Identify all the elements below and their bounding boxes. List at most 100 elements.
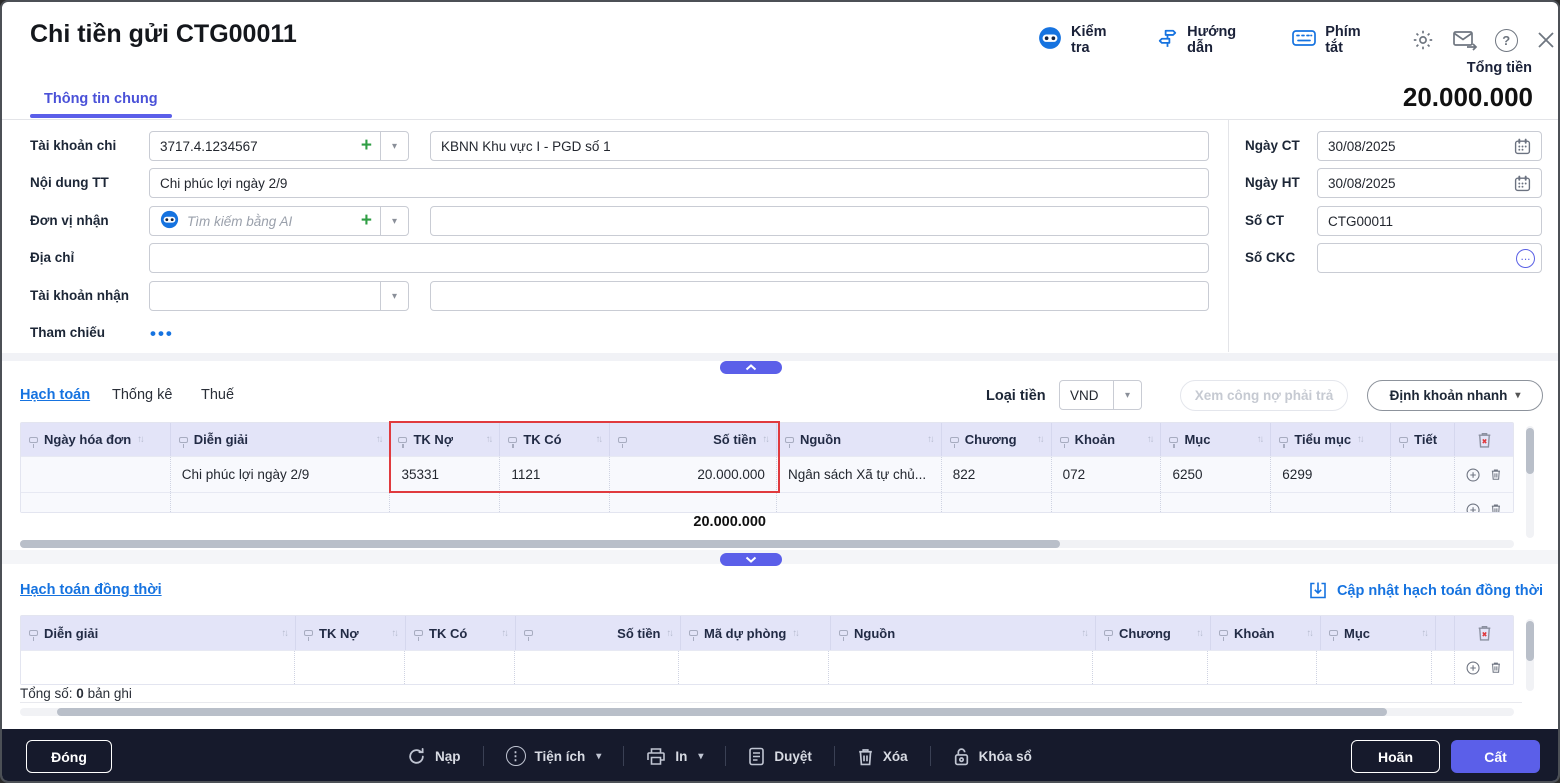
pin-icon[interactable] — [398, 436, 408, 448]
pin-icon[interactable] — [524, 630, 533, 641]
pin-icon[interactable] — [949, 436, 959, 448]
pin-icon[interactable] — [1219, 630, 1228, 641]
cell-dien-giai[interactable]: Chi phúc lợi ngày 2/9 — [171, 457, 391, 492]
pin-icon[interactable] — [839, 630, 848, 641]
cell-tk-co[interactable]: 1121 — [500, 457, 611, 492]
cell-tiet[interactable] — [1391, 457, 1456, 492]
payment-content-input[interactable]: Chi phúc lợi ngày 2/9 — [149, 168, 1209, 198]
sort-icon[interactable]: ↑↓ — [1147, 434, 1154, 445]
pin-icon[interactable] — [1104, 630, 1113, 641]
lock-button[interactable]: Khóa sổ — [953, 747, 1032, 766]
receive-account-bank-input[interactable] — [430, 281, 1209, 311]
pin-icon[interactable] — [178, 436, 188, 448]
sort-icon[interactable]: ↑↓ — [1307, 628, 1314, 639]
update-simultaneous-link[interactable]: Cập nhật hạch toán đồng thời — [1309, 581, 1543, 600]
shortcut-button[interactable]: Phím tắt — [1292, 24, 1372, 56]
sort-icon[interactable]: ↑↓ — [927, 434, 934, 445]
cell-nguon[interactable]: Ngân sách Xã tự chủ... — [777, 457, 942, 492]
receive-account-dropdown-icon[interactable]: ▾ — [380, 282, 408, 310]
pay-account-combo[interactable]: 3717.4.1234567 + ▾ — [149, 131, 409, 161]
pin-icon[interactable] — [508, 436, 518, 448]
delete-row-icon[interactable] — [1490, 466, 1502, 483]
receive-account-combo[interactable]: ▾ — [149, 281, 409, 311]
sort-icon[interactable]: ↑↓ — [1357, 434, 1364, 445]
receiver-name-input[interactable] — [430, 206, 1209, 236]
print-button[interactable]: In ▾ — [646, 747, 703, 766]
utilities-button[interactable]: ⋮ Tiện ích ▾ — [505, 746, 601, 766]
settings-button[interactable] — [1411, 27, 1435, 53]
delete-button[interactable]: Xóa — [857, 747, 908, 766]
pin-icon[interactable] — [784, 436, 794, 448]
delete-all-rows-icon[interactable] — [1476, 431, 1493, 449]
vertical-scrollbar[interactable] — [1526, 619, 1534, 691]
sort-icon[interactable]: ↑↓ — [137, 434, 144, 445]
delete-row-icon[interactable] — [1490, 659, 1502, 676]
collapse-down-button[interactable] — [720, 553, 782, 566]
pin-icon[interactable] — [304, 630, 313, 641]
cell-tk-no[interactable]: 35331 — [390, 457, 501, 492]
tab-thong-ke[interactable]: Thống kê — [112, 387, 172, 403]
pin-icon[interactable] — [618, 436, 628, 448]
horizontal-scrollbar[interactable] — [20, 540, 1514, 548]
add-row-icon[interactable] — [1466, 501, 1480, 513]
check-button[interactable]: Kiểm tra — [1038, 24, 1119, 56]
sort-icon[interactable]: ↑↓ — [762, 434, 769, 445]
address-input[interactable] — [149, 243, 1209, 273]
pin-icon[interactable] — [29, 630, 38, 641]
sort-icon[interactable]: ↑↓ — [1037, 434, 1044, 445]
pin-icon[interactable] — [29, 436, 38, 448]
delete-row-icon[interactable] — [1490, 501, 1502, 512]
currency-dropdown-icon[interactable]: ▾ — [1113, 381, 1141, 409]
vertical-scrollbar[interactable] — [1526, 426, 1534, 538]
tab-general-info[interactable]: Thông tin chung — [44, 91, 158, 107]
pin-icon[interactable] — [1279, 436, 1289, 448]
pay-account-value[interactable]: 3717.4.1234567 — [160, 139, 258, 154]
sort-icon[interactable]: ↑↓ — [502, 628, 509, 639]
postpone-button[interactable]: Hoãn — [1351, 740, 1440, 773]
sort-icon[interactable]: ↑↓ — [486, 434, 493, 445]
send-mail-button[interactable] — [1452, 27, 1478, 53]
sort-icon[interactable]: ↑↓ — [376, 434, 383, 445]
delete-all-rows-icon[interactable] — [1476, 624, 1493, 642]
sort-icon[interactable]: ↑↓ — [282, 628, 289, 639]
add-receiver-icon[interactable]: + — [361, 210, 372, 232]
view-debt-button[interactable]: Xem công nợ phải trả — [1180, 380, 1348, 411]
sort-icon[interactable]: ↑↓ — [1197, 628, 1204, 639]
close-button[interactable] — [1535, 27, 1558, 53]
receiver-placeholder[interactable]: Tìm kiếm bằng AI — [187, 214, 292, 229]
sort-icon[interactable]: ↑↓ — [1257, 434, 1264, 445]
cell-tieu-muc[interactable]: 6299 — [1271, 457, 1392, 492]
add-row-icon[interactable] — [1466, 659, 1480, 677]
cell-chuong[interactable]: 822 — [942, 457, 1052, 492]
horizontal-scrollbar[interactable] — [20, 708, 1514, 716]
receiver-combo[interactable]: Tìm kiếm bằng AI + ▾ — [149, 206, 409, 236]
pin-icon[interactable] — [1169, 436, 1179, 448]
add-row-icon[interactable] — [1466, 466, 1480, 484]
pin-icon[interactable] — [414, 630, 423, 641]
pin-icon[interactable] — [1329, 630, 1338, 641]
currency-select[interactable]: VND ▾ — [1059, 380, 1142, 410]
save-button[interactable]: Cất — [1451, 740, 1540, 773]
ckc-more-icon[interactable]: ... — [1516, 248, 1535, 268]
add-account-icon[interactable]: + — [361, 135, 372, 157]
receiver-dropdown-icon[interactable]: ▾ — [380, 207, 408, 235]
collapse-up-button[interactable] — [720, 361, 782, 374]
reference-more-icon[interactable]: ••• — [150, 324, 174, 344]
doc-no-input[interactable]: CTG00011 — [1317, 206, 1542, 236]
approve-button[interactable]: Duyệt — [748, 747, 812, 766]
sort-icon[interactable]: ↑↓ — [1422, 628, 1429, 639]
cell-muc[interactable]: 6250 — [1161, 457, 1272, 492]
help-button[interactable]: ? — [1494, 27, 1518, 53]
ckc-no-input[interactable]: ... — [1317, 243, 1542, 273]
cell-khoan[interactable]: 072 — [1052, 457, 1162, 492]
pay-account-dropdown-icon[interactable]: ▾ — [380, 132, 408, 160]
pay-account-bank-input[interactable]: KBNN Khu vực I - PGD số 1 — [430, 131, 1209, 161]
sort-icon[interactable]: ↑↓ — [1082, 628, 1089, 639]
reload-button[interactable]: Nạp — [407, 747, 461, 766]
pin-icon[interactable] — [1059, 436, 1069, 448]
sort-icon[interactable]: ↑↓ — [596, 434, 603, 445]
guide-button[interactable]: Hướng dẫn — [1157, 24, 1254, 56]
pin-icon[interactable] — [1399, 436, 1409, 448]
calendar-icon[interactable] — [1514, 175, 1531, 192]
simultaneous-title[interactable]: Hạch toán đồng thời — [20, 582, 162, 598]
